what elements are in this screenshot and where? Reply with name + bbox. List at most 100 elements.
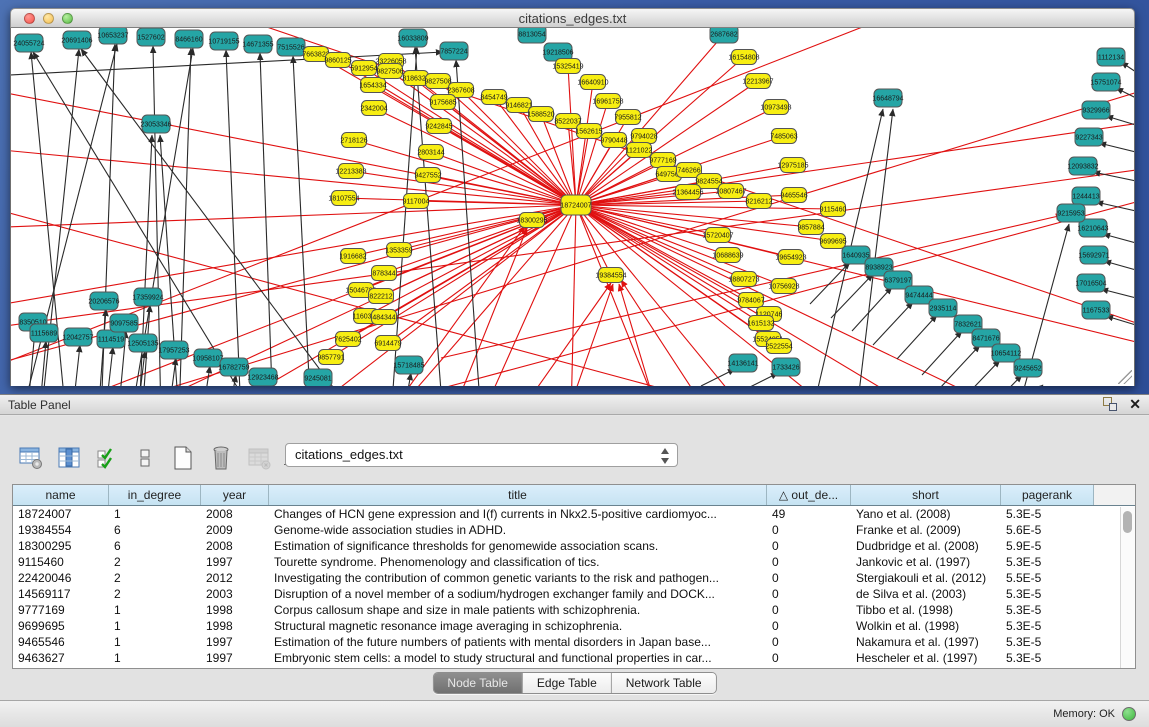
table-cell: 5.3E-5 [1001, 506, 1094, 522]
graph-edge[interactable] [922, 331, 962, 375]
table-selector-dropdown[interactable]: citations_edges.txt [285, 443, 678, 467]
table-cell: 9699695 [13, 618, 109, 634]
tab-network-table[interactable]: Network Table [612, 673, 716, 693]
table-panel-header: Table Panel ✕ [0, 394, 1149, 415]
table-cell: Disruption of a novel member of a sodium… [269, 586, 767, 602]
graph-edge[interactable] [744, 373, 778, 386]
graph-node-label: 1562615 [575, 128, 602, 135]
graph-edge[interactable] [576, 82, 593, 205]
column-header-in_degree[interactable]: in_degree [109, 485, 201, 505]
column-header-title[interactable]: title [269, 485, 767, 505]
graph-node-label: 9227343 [1075, 134, 1102, 141]
close-panel-icon[interactable]: ✕ [1129, 397, 1141, 411]
table-row[interactable]: 969969511998Structural magnetic resonanc… [13, 618, 1135, 634]
table-row[interactable]: 1456911722003Disruption of a novel membe… [13, 586, 1135, 602]
delete-table-icon [246, 445, 272, 471]
table-row[interactable]: 977716911998Corpus callosum shape and si… [13, 602, 1135, 618]
graph-edge[interactable] [374, 108, 576, 205]
graph-node-label: 16640910 [577, 79, 608, 86]
column-header-pagerank[interactable]: pagerank [1001, 485, 1094, 505]
graph-edge[interactable] [202, 366, 210, 386]
graph-node-label: 1121022 [626, 147, 653, 154]
graph-edge[interactable] [351, 171, 576, 205]
network-canvas[interactable]: 2405572420691406106532371527602846616010… [10, 28, 1135, 386]
table-row[interactable]: 946554611997Estimation of the future num… [13, 634, 1135, 650]
graph-node-label: 10654112 [991, 350, 1022, 357]
graph-edge[interactable] [1003, 385, 1043, 386]
graph-edge[interactable] [260, 53, 273, 386]
graph-edge[interactable] [852, 287, 892, 331]
network-graph[interactable]: 2405572420691406106532371527602846616010… [11, 28, 1135, 386]
graph-edge[interactable] [403, 373, 411, 386]
graph-edge[interactable] [982, 375, 1022, 386]
table-cell: 14569117 [13, 586, 109, 602]
graph-edge[interactable] [897, 315, 937, 359]
vertical-scrollbar[interactable] [1120, 507, 1135, 668]
table-cell: Nakamura et al. (1997) [851, 634, 1001, 650]
float-panel-icon[interactable] [1103, 397, 1117, 411]
graph-edge[interactable] [621, 280, 711, 386]
column-header-year[interactable]: year [201, 485, 269, 505]
row-checklist-icon[interactable] [94, 445, 120, 471]
graph-node-label: 8522037 [554, 118, 581, 125]
graph-edge[interactable] [571, 205, 576, 386]
column-header-name[interactable]: name [13, 485, 109, 505]
column-header-out_de[interactable]: △ out_de... [767, 485, 851, 505]
graph-edge[interactable] [72, 345, 80, 386]
scrollbar-thumb[interactable] [1123, 511, 1132, 533]
zoom-window-icon[interactable] [62, 13, 73, 24]
table-row[interactable]: 1938455462009Genome-wide association stu… [13, 522, 1135, 538]
graph-edge[interactable] [105, 347, 113, 386]
graph-edge[interactable] [873, 302, 913, 345]
graph-node-label: 6914479 [374, 340, 401, 347]
table-settings-icon[interactable] [18, 445, 44, 471]
table-cell: Structural magnetic resonance image aver… [269, 618, 767, 634]
graph-node-label: 1114519 [98, 336, 124, 343]
table-cell: 1 [109, 634, 201, 650]
graph-edge[interactable] [1106, 116, 1135, 125]
graph-edge[interactable] [431, 152, 576, 205]
network-desktop: citations_edges.txt 24055724206914061065… [0, 0, 1149, 394]
graph-node-label: 9215953 [1057, 210, 1084, 217]
table-row[interactable]: 1872400712008Changes of HCN gene express… [13, 506, 1135, 522]
column-header-short[interactable]: short [851, 485, 1001, 505]
select-columns-icon[interactable] [56, 445, 82, 471]
tab-edge-table[interactable]: Edge Table [523, 673, 612, 693]
graph-node-label: 10807467 [715, 188, 746, 195]
table-cell: 1997 [201, 554, 269, 570]
graph-edge[interactable] [1103, 234, 1135, 243]
table-cell: Yano et al. (2008) [851, 506, 1001, 522]
graph-node-label: 17016504 [1075, 280, 1106, 287]
table-cell: 6 [109, 522, 201, 538]
close-window-icon[interactable] [24, 13, 35, 24]
delete-rows-icon[interactable] [208, 445, 234, 471]
graph-edge[interactable] [831, 274, 873, 318]
new-table-icon[interactable] [170, 445, 196, 471]
table-cell: 5.3E-5 [1001, 650, 1094, 666]
window-resize-grip[interactable] [1118, 370, 1132, 384]
table-cell: Estimation of the future numbers of pati… [269, 634, 767, 650]
graph-edge[interactable] [940, 345, 980, 386]
graph-node-label: 16210643 [1077, 225, 1108, 232]
graph-edge[interactable] [1099, 143, 1135, 152]
graph-edge[interactable] [960, 360, 1000, 386]
tab-node-table[interactable]: Node Table [433, 673, 523, 693]
table-row[interactable]: 946362711997Embryonic stem cells: a mode… [13, 650, 1135, 666]
table-row[interactable]: 2242004622012Investigating the contribut… [13, 570, 1135, 586]
window-titlebar[interactable]: citations_edges.txt [10, 8, 1135, 28]
table-row[interactable]: 1830029562008Estimation of significance … [13, 538, 1135, 554]
graph-edge[interactable] [228, 375, 236, 386]
graph-node-label: 15692971 [1078, 252, 1109, 259]
merge-rows-icon[interactable] [132, 445, 158, 471]
graph-node-label: 9427552 [414, 172, 441, 179]
dropdown-arrows-icon [660, 447, 671, 465]
table-cell: 2008 [201, 538, 269, 554]
table-selector-value: citations_edges.txt [295, 447, 403, 462]
graph-node-label: 16648794 [872, 95, 903, 102]
graph-edge[interactable] [1104, 261, 1135, 270]
graph-edge[interactable] [1101, 289, 1135, 298]
minimize-window-icon[interactable] [43, 13, 54, 24]
table-type-tabs: Node TableEdge TableNetwork Table [432, 672, 716, 694]
table-row[interactable]: 911546021997Tourette syndrome. Phenomeno… [13, 554, 1135, 570]
graph-edge[interactable] [701, 369, 735, 386]
